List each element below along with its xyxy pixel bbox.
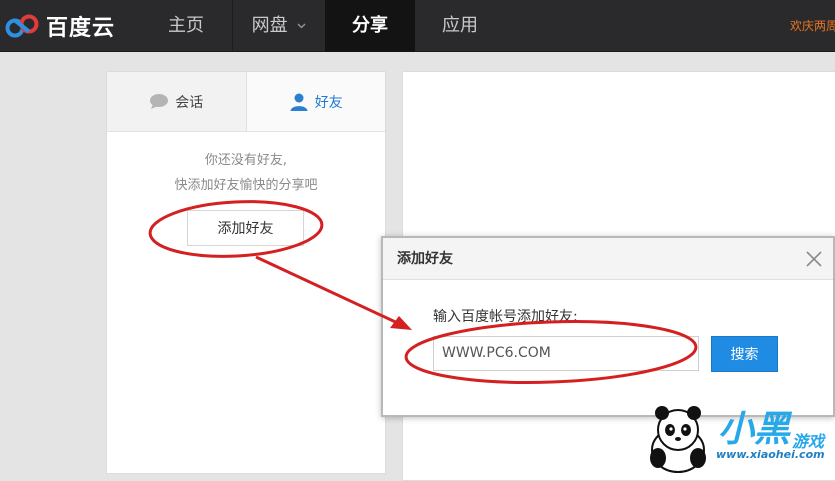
nav-share[interactable]: 分享 [325,0,415,52]
watermark-brand: 小黑 [718,409,791,450]
tab-friends[interactable]: 好友 [245,72,385,131]
nav-home[interactable]: 主页 [140,0,232,52]
nav-netdisk[interactable]: 网盘 [233,0,325,52]
baidu-cloud-logo[interactable]: 百度云 [4,10,115,42]
add-friend-button[interactable]: 添加好友 [187,210,304,246]
xiaohei-watermark: 小黑 游戏 www.xiaohei.com [640,400,835,474]
friends-panel-tabs: 会话 好友 [107,72,385,132]
nav-apps-label: 应用 [442,15,478,36]
tab-friends-label: 好友 [314,94,343,111]
add-friend-button-label: 添加好友 [217,221,274,237]
empty-state-line-2: 快添加好友愉快的分享吧 [174,178,318,193]
panda-mascot-icon [650,406,706,473]
logo-text: 百度云 [46,16,116,41]
nav-netdisk-label: 网盘 [251,15,288,36]
nav-home-label: 主页 [168,15,204,36]
chevron-down-icon [297,23,306,29]
search-button-label: 搜索 [730,347,759,363]
add-friend-dialog: 添加好友 输入百度帐号添加好友: WWW.PC6.COM 搜索 [381,236,835,417]
cloud-logo-icon [5,14,39,38]
nav-apps[interactable]: 应用 [415,0,505,52]
watermark-url: www.xiaohei.com [716,448,825,461]
top-nav-bar: 百度云 主页 网盘 分享 应用 欢庆两周 [0,0,835,52]
empty-state-line-1: 你还没有好友, [204,153,288,168]
search-button[interactable]: 搜索 [711,336,778,372]
chat-bubble-icon [149,93,169,110]
nav-share-label: 分享 [352,15,388,36]
user-icon [289,92,309,112]
dialog-title: 添加好友 [383,238,833,280]
account-search-input[interactable]: WWW.PC6.COM [433,336,699,371]
tab-conversations[interactable]: 会话 [107,72,246,131]
promo-link[interactable]: 欢庆两周 [790,17,835,34]
dialog-prompt: 输入百度帐号添加好友: [433,309,578,325]
tab-conversations-label: 会话 [175,94,204,111]
close-icon[interactable] [803,248,825,270]
friends-panel: 会话 好友 你还没有好友, 快添加好友愉快的分享吧 添加好友 [106,71,386,474]
